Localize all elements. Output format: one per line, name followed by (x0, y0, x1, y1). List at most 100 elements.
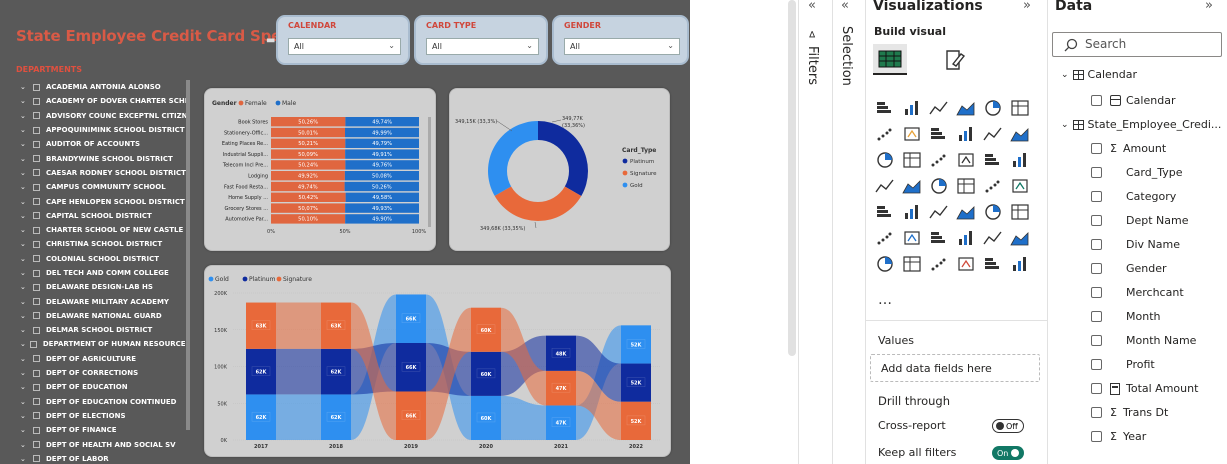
department-checkbox[interactable] (29, 340, 37, 348)
department-item[interactable]: ⌄ DELMAR SCHOOL DISTRICT (20, 323, 190, 337)
department-item[interactable]: ⌄ CHARTER SCHOOL OF NEW CASTLE (20, 223, 190, 237)
donut-slice-platinum[interactable] (538, 121, 588, 197)
department-checkbox[interactable] (33, 155, 40, 163)
chevron-down-icon[interactable]: ⌄ (20, 312, 29, 320)
department-checkbox[interactable] (33, 140, 40, 148)
gender-dropdown[interactable]: All ⌄ (564, 38, 680, 55)
python-visual-icon[interactable] (874, 228, 896, 248)
departments-scrollbar[interactable] (186, 80, 190, 430)
department-checkbox[interactable] (33, 312, 40, 320)
department-item[interactable]: ⌄ DEPT OF HEALTH AND SOCIAL SV (20, 437, 190, 451)
department-item[interactable]: ⌄ AUDITOR OF ACCOUNTS (20, 137, 190, 151)
department-checkbox[interactable] (33, 426, 40, 434)
department-item[interactable]: ⌄ DEPT OF AGRICULTURE (20, 352, 190, 366)
ribbon-chart-icon[interactable] (874, 150, 896, 170)
ribbon-platinum[interactable] (276, 348, 321, 395)
key-influencers-icon[interactable] (901, 228, 923, 248)
gauge-icon[interactable] (982, 176, 1004, 196)
chevron-down-icon[interactable]: ⌄ (20, 441, 29, 449)
selection-pane-collapsed[interactable]: « Selection (832, 0, 865, 464)
department-checkbox[interactable] (33, 226, 40, 234)
field-checkbox[interactable] (1091, 359, 1102, 370)
data-field-item[interactable]: Total Amount (1091, 382, 1198, 395)
area-chart-icon[interactable] (901, 124, 923, 144)
department-checkbox[interactable] (33, 383, 40, 391)
department-checkbox[interactable] (33, 455, 40, 463)
chevron-down-icon[interactable]: ⌄ (20, 255, 29, 263)
ribbon-gold[interactable] (276, 394, 321, 440)
data-field-item[interactable]: Calendar (1091, 94, 1175, 107)
values-dropzone[interactable]: Add data fields here (870, 354, 1040, 382)
department-item[interactable]: ⌄ DEPARTMENT OF HUMAN RESOURCES (20, 337, 190, 351)
department-item[interactable]: ⌄ APPOQUINIMINK SCHOOL DISTRICT (20, 123, 190, 137)
ribbon-chart-card[interactable]: Gold Platinum Signature 0K 50K 100K 150K 200K 62… (204, 265, 671, 457)
power-automate-icon[interactable] (928, 254, 950, 274)
line-column-icon[interactable] (982, 124, 1004, 144)
calendar-slicer[interactable]: CALENDAR All ⌄ (276, 15, 410, 65)
department-item[interactable]: ⌄ CAESAR RODNEY SCHOOL DISTRICT (20, 166, 190, 180)
field-checkbox[interactable] (1091, 263, 1102, 274)
funnel-icon[interactable] (928, 150, 950, 170)
collapse-visualizations-icon[interactable]: » (1023, 0, 1031, 13)
department-checkbox[interactable] (33, 298, 40, 306)
expand-filters-icon[interactable]: « (808, 0, 816, 13)
chevron-down-icon[interactable]: ⌄ (20, 326, 29, 334)
chevron-down-icon[interactable]: ⌄ (20, 155, 29, 163)
100-bar-icon[interactable] (982, 98, 1004, 118)
treemap-icon[interactable] (874, 176, 896, 196)
data-table-node[interactable]: ⌄ Calendar (1061, 68, 1137, 81)
chevron-down-icon[interactable]: ⌄ (20, 455, 29, 463)
field-checkbox[interactable] (1091, 431, 1102, 442)
department-checkbox[interactable] (33, 326, 40, 334)
department-item[interactable]: ⌄ ACADEMY OF DOVER CHARTER SCHL (20, 94, 190, 108)
clustered-column-icon[interactable] (955, 98, 977, 118)
chevron-down-icon[interactable]: ⌄ (20, 140, 29, 148)
data-field-item[interactable]: Dept Name (1091, 214, 1188, 227)
chevron-down-icon[interactable]: ⌄ (20, 383, 29, 391)
chevron-down-icon[interactable]: ⌄ (20, 426, 29, 434)
department-checkbox[interactable] (33, 212, 40, 220)
department-item[interactable]: ⌄ DEPT OF EDUCATION CONTINUED (20, 395, 190, 409)
gender-slicer[interactable]: GENDER All ⌄ (552, 15, 689, 65)
waterfall-icon[interactable] (901, 150, 923, 170)
department-item[interactable]: ⌄ DEPT OF FINANCE (20, 423, 190, 437)
department-checkbox[interactable] (33, 269, 40, 277)
department-item[interactable]: ⌄ ADVISORY COUNC EXCEPTNL CITIZN (20, 109, 190, 123)
canvas-scrollbar[interactable] (788, 0, 796, 356)
chevron-down-icon[interactable]: ⌄ (20, 340, 26, 348)
stacked-area-icon[interactable] (928, 124, 950, 144)
department-checkbox[interactable] (33, 255, 40, 263)
department-item[interactable]: ⌄ DEL TECH AND COMM COLLEGE (20, 266, 190, 280)
chevron-down-icon[interactable]: ⌄ (20, 226, 29, 234)
metrics-icon[interactable] (1009, 228, 1031, 248)
department-item[interactable]: ⌄ BRANDYWINE SCHOOL DISTRICT (20, 151, 190, 165)
chart-scrollbar[interactable] (428, 117, 431, 227)
field-checkbox[interactable] (1091, 143, 1102, 154)
chevron-down-icon[interactable]: ⌄ (20, 369, 29, 377)
department-checkbox[interactable] (33, 398, 40, 406)
get-more-icon[interactable] (982, 254, 1004, 274)
field-checkbox[interactable] (1091, 311, 1102, 322)
clustered-bar-icon[interactable] (928, 98, 950, 118)
azure-map-icon[interactable] (955, 176, 977, 196)
power-apps-icon[interactable] (901, 254, 923, 274)
chevron-down-icon[interactable]: ⌄ (20, 126, 29, 134)
calendar-dropdown[interactable]: All ⌄ (288, 38, 401, 55)
department-checkbox[interactable] (33, 198, 40, 206)
field-checkbox[interactable] (1091, 95, 1102, 106)
data-field-item[interactable]: Card_Type (1091, 166, 1183, 179)
arcgis-icon[interactable] (955, 254, 977, 274)
donut-slice-signature[interactable] (494, 186, 582, 221)
cross-report-toggle[interactable]: Off (992, 419, 1024, 433)
chevron-down-icon[interactable]: ⌄ (20, 112, 29, 120)
chevron-down-icon[interactable]: ⌄ (20, 240, 29, 248)
data-field-item[interactable]: Merchcant (1091, 286, 1184, 299)
field-checkbox[interactable] (1091, 215, 1102, 226)
data-field-item[interactable]: Σ Amount (1091, 142, 1166, 155)
department-item[interactable]: ⌄ DEPT OF EDUCATION (20, 380, 190, 394)
chevron-down-icon[interactable]: ⌄ (20, 412, 29, 420)
field-checkbox[interactable] (1091, 191, 1102, 202)
100-column-icon[interactable] (1009, 98, 1031, 118)
department-item[interactable]: ⌄ DELAWARE MILITARY ACADEMY (20, 294, 190, 308)
chevron-down-icon[interactable]: ⌄ (1061, 120, 1069, 130)
